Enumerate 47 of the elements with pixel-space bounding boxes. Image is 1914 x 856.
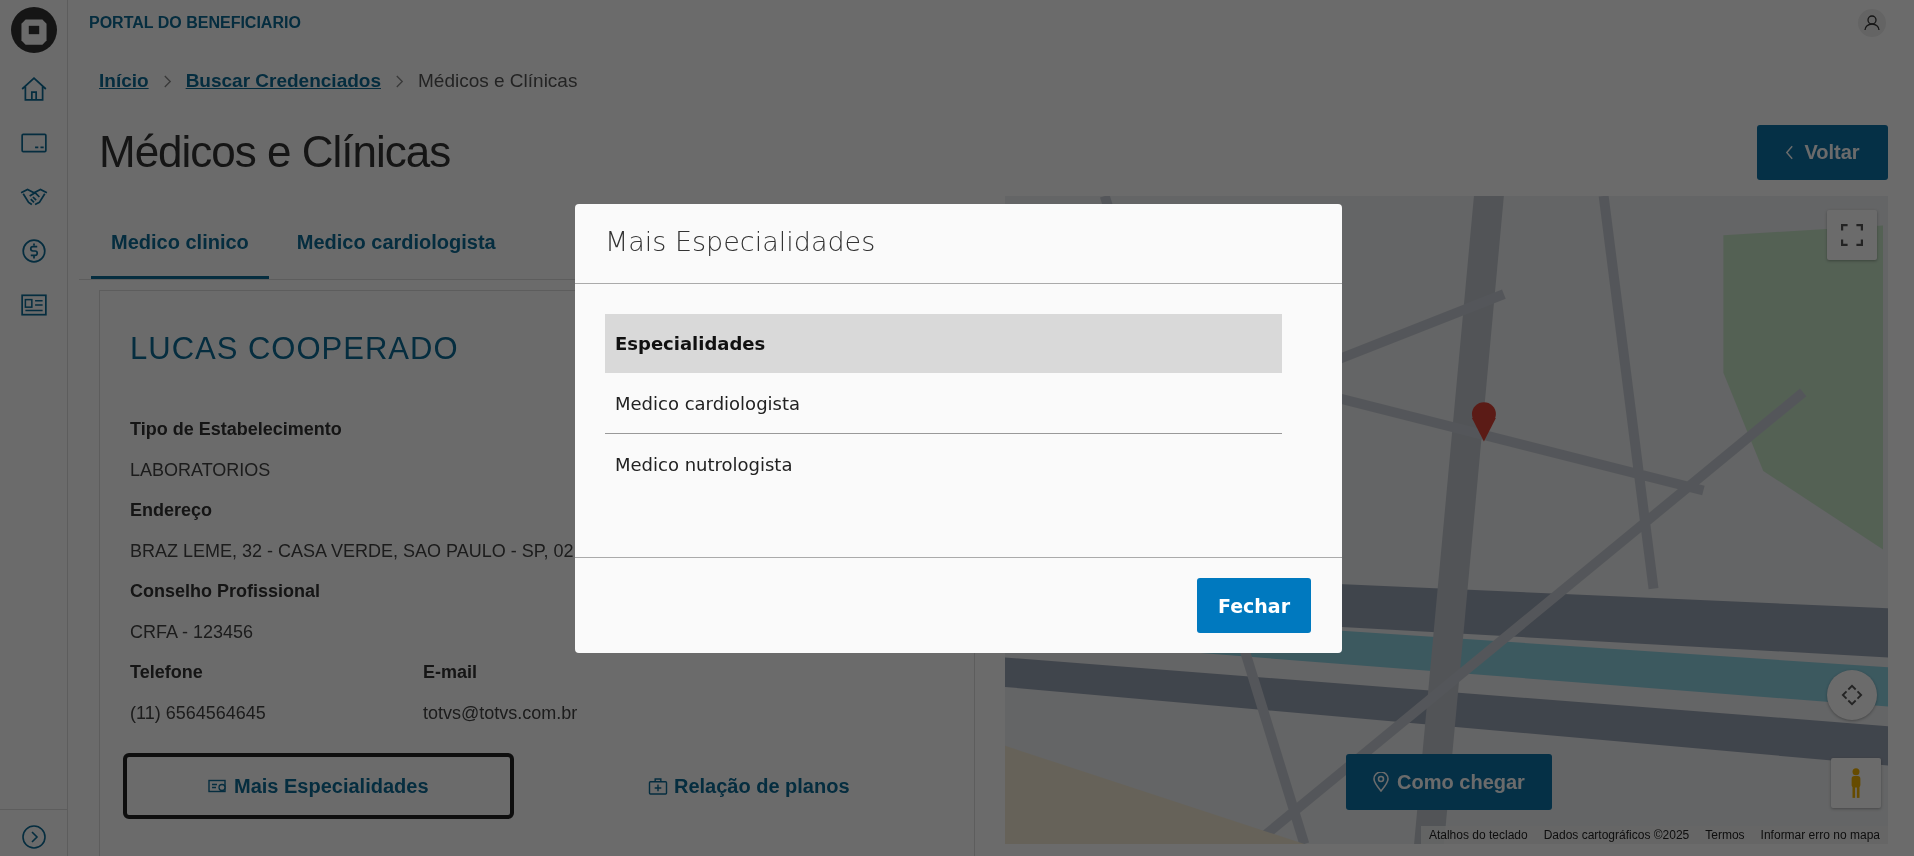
- dialog-title: Mais Especialidades: [575, 204, 1342, 284]
- document-icon[interactable]: [19, 292, 48, 318]
- chevron-left-icon: [1785, 144, 1795, 160]
- tab[interactable]: Medico cardiologista: [276, 211, 516, 279]
- action-button[interactable]: Mais Especialidades: [123, 753, 514, 819]
- directions-button[interactable]: Como chegar: [1346, 754, 1552, 810]
- user-avatar-icon[interactable]: [1858, 9, 1886, 37]
- street-view-button[interactable]: [1831, 758, 1881, 808]
- location-pin-icon: [1373, 772, 1390, 792]
- column-header: Especialidades: [605, 314, 1282, 373]
- chevron-icon: [162, 74, 172, 88]
- map-footer-link[interactable]: Informar erro no mapa: [1760, 828, 1880, 842]
- pan-arrows-icon: [1841, 684, 1863, 706]
- field-label: Endereço: [130, 500, 213, 521]
- field-label: E-mail: [423, 662, 478, 683]
- home-icon[interactable]: [19, 76, 48, 102]
- breadcrumb-link[interactable]: Início: [99, 70, 149, 92]
- dollar-icon[interactable]: [19, 238, 48, 264]
- field-label: Telefone: [130, 662, 203, 683]
- expand-icon[interactable]: [19, 824, 48, 850]
- page-title: Médicos e Clínicas: [99, 127, 451, 177]
- certificate-icon: [207, 777, 228, 795]
- logo-icon: [10, 7, 57, 53]
- map-footer-link[interactable]: Atalhos do teclado: [1428, 828, 1528, 842]
- chevron-icon: [395, 74, 404, 88]
- map-footer-link[interactable]: Termos: [1705, 828, 1745, 842]
- back-button[interactable]: Voltar: [1757, 124, 1888, 180]
- medical-kit-icon: [647, 777, 668, 795]
- provider-name: LUCAS COOPERADO: [130, 331, 459, 367]
- field-label: Conselho Profissional: [130, 581, 321, 602]
- breadcrumb-current: Médicos e Clínicas: [418, 70, 578, 92]
- table-cell: Medico nutrologista: [605, 433, 1282, 494]
- portal-title: PORTAL DO BENEFICIARIO: [89, 14, 301, 32]
- field-value: CRFA - 123456: [130, 622, 254, 643]
- fullscreen-icon: [1841, 224, 1863, 246]
- field-value: (11) 6564564645: [130, 703, 266, 724]
- field-label: Tipo de Estabelecimento: [130, 419, 342, 440]
- close-button[interactable]: Fechar: [1197, 578, 1311, 633]
- map-footer-link[interactable]: Dados cartográficos ©2025: [1543, 828, 1690, 842]
- breadcrumb-link[interactable]: Buscar Credenciados: [185, 70, 381, 92]
- person-figure-icon: [1849, 765, 1863, 801]
- field-value: BRAZ LEME, 32 - CASA VERDE, SAO PAULO - SP, 02: [130, 541, 574, 562]
- field-value: LABORATORIOS: [130, 460, 271, 481]
- tab[interactable]: Medico clinico: [91, 211, 269, 279]
- fullscreen-button[interactable]: [1827, 210, 1877, 260]
- table-cell: Medico cardiologista: [605, 373, 1282, 434]
- field-value: totvs@totvs.com.br: [423, 703, 578, 724]
